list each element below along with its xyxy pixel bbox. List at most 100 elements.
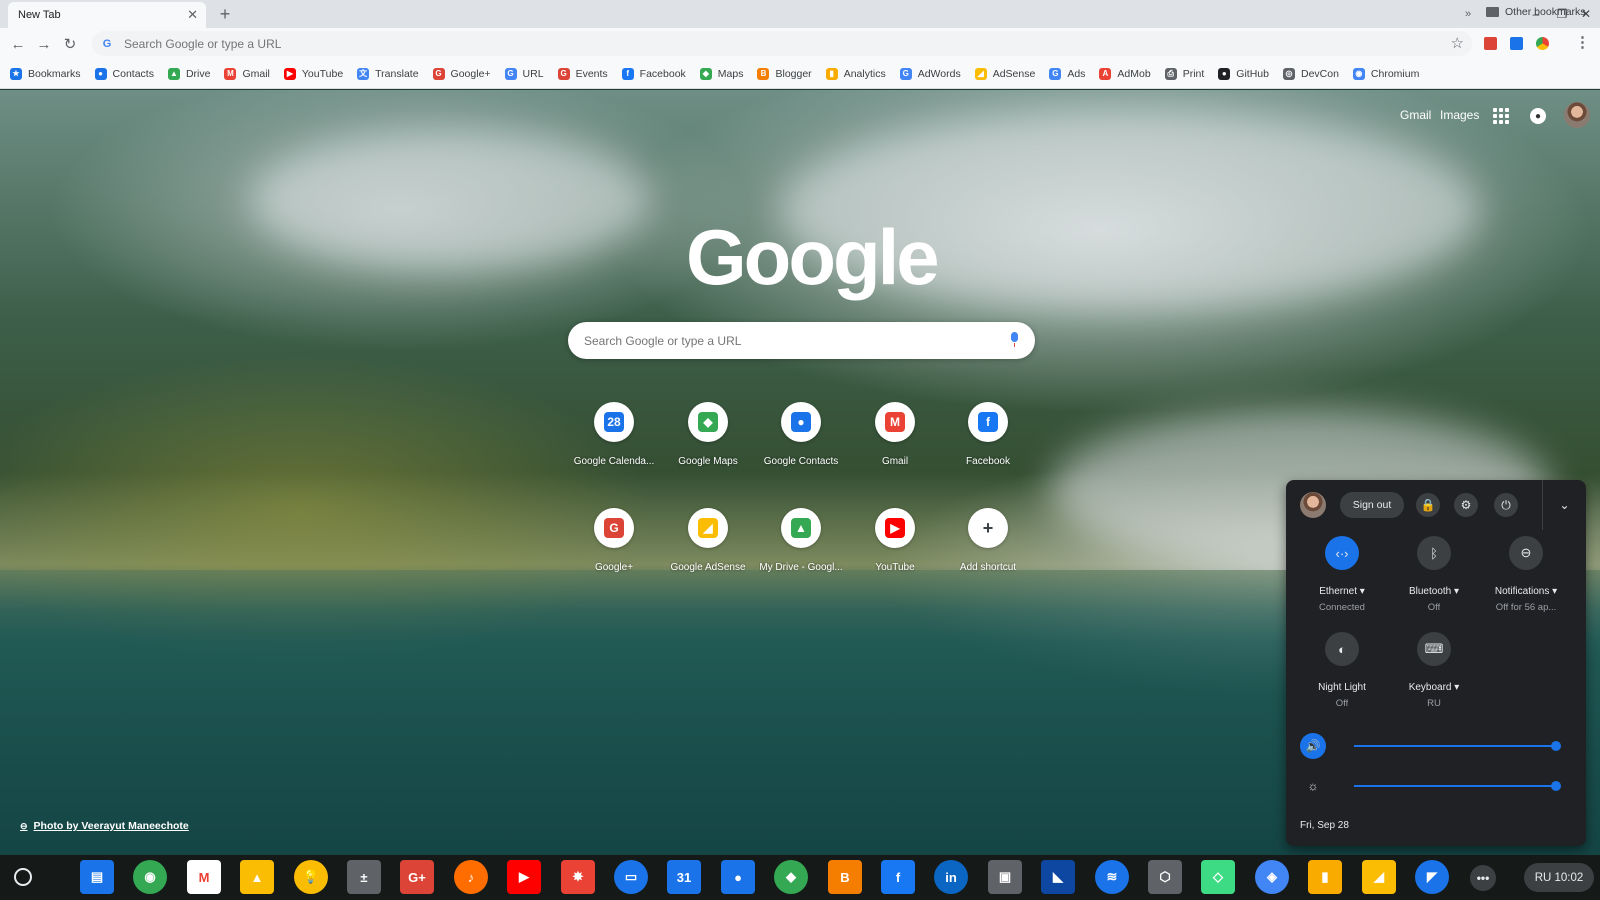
microphone-icon[interactable] — [1010, 332, 1019, 347]
feature-label[interactable]: Keyboard ▾ — [1409, 682, 1460, 693]
bookmark-ads[interactable]: G Ads — [1049, 67, 1085, 80]
tab-new-tab[interactable]: New Tab ✕ — [8, 2, 206, 28]
bookmark-print[interactable]: ⎙ Print — [1164, 67, 1204, 80]
shortcut-tile[interactable]: M Gmail — [847, 402, 943, 492]
feature-pod[interactable]: ᛒ Bluetooth ▾ Off — [1386, 536, 1482, 613]
drive-icon[interactable]: ▲ — [240, 860, 274, 894]
brightness-thumb[interactable] — [1551, 781, 1561, 791]
linkedin-icon[interactable]: in — [934, 860, 968, 894]
messages-icon[interactable]: ▭ — [614, 860, 648, 894]
shortcut-tile[interactable]: 28 Google Calenda... — [566, 402, 662, 492]
forward-icon[interactable]: → — [34, 34, 54, 54]
feature-label[interactable]: Night Light — [1318, 682, 1366, 693]
files-icon[interactable]: ▤ — [80, 860, 114, 894]
launcher-icon[interactable] — [14, 868, 32, 886]
feature-toggle-icon[interactable]: ‹·› — [1325, 536, 1359, 570]
wave-app-icon[interactable]: ≋ — [1095, 860, 1129, 894]
bookmark-bookmarks[interactable]: ★ Bookmarks — [10, 67, 81, 80]
play-music-icon[interactable]: ♪ — [454, 860, 488, 894]
gmail-link[interactable]: Gmail — [1400, 108, 1431, 122]
feature-toggle-icon[interactable]: ◐ — [1325, 632, 1359, 666]
hex-app-icon[interactable]: ⬡ — [1148, 860, 1182, 894]
feature-toggle-icon[interactable]: ⌨ — [1417, 632, 1451, 666]
chrome-icon[interactable]: ◉ — [133, 860, 167, 894]
shortcut-tile[interactable]: ▲ My Drive - Googl... — [753, 508, 849, 598]
bookmark-admob[interactable]: A AdMob — [1099, 67, 1151, 80]
volume-icon[interactable]: 🔊 — [1300, 733, 1326, 759]
feature-pod[interactable]: ‹·› Ethernet ▾ Connected — [1294, 536, 1390, 613]
android-studio-icon[interactable]: ◇ — [1201, 860, 1235, 894]
bookmark-gmail[interactable]: M Gmail — [224, 67, 270, 80]
shortcut-tile[interactable]: ◢ Google AdSense — [660, 508, 756, 598]
feature-toggle-icon[interactable]: ⊖ — [1509, 536, 1543, 570]
sign-out-button[interactable]: Sign out — [1340, 492, 1404, 518]
extension-chrome-icon[interactable] — [1536, 37, 1549, 50]
images-link[interactable]: Images — [1440, 108, 1479, 122]
search-box[interactable] — [568, 322, 1035, 359]
bookmark-github[interactable]: ● GitHub — [1218, 67, 1269, 80]
back-icon[interactable]: ← — [8, 34, 28, 54]
bookmarks-overflow-icon[interactable]: » — [1465, 8, 1471, 20]
tray-date[interactable]: Fri, Sep 28 — [1300, 820, 1349, 831]
bookmark-star-icon[interactable]: ☆ — [1451, 34, 1464, 52]
blogger-icon[interactable]: B — [828, 860, 862, 894]
collapse-chevron-icon[interactable]: ⌄ — [1542, 480, 1586, 530]
google-plus-icon[interactable]: G+ — [400, 860, 434, 894]
volume-thumb[interactable] — [1551, 741, 1561, 751]
keep-icon[interactable]: 💡 — [294, 860, 328, 894]
bookmark-blogger[interactable]: B Blogger — [757, 67, 812, 80]
feature-pod[interactable]: ⊖ Notifications ▾ Off for 56 ap... — [1478, 536, 1574, 613]
feature-pod[interactable]: ⌨ Keyboard ▾ RU — [1386, 632, 1482, 709]
photo-credit[interactable]: ⊖ Photo by Veerayut Maneechote — [20, 820, 189, 832]
reload-icon[interactable]: ↻ — [60, 34, 80, 54]
shelf-overflow-icon[interactable]: ••• — [1470, 865, 1496, 891]
browser-menu-icon[interactable]: ⋮ — [1575, 33, 1590, 51]
adsense-icon[interactable]: ◢ — [1362, 860, 1396, 894]
lock-icon[interactable]: 🔒 — [1416, 493, 1440, 517]
shortcut-tile[interactable]: ● Google Contacts — [753, 402, 849, 492]
bookmark-url[interactable]: G URL — [504, 67, 544, 80]
analytics-icon[interactable]: ▮ — [1308, 860, 1342, 894]
bookmark-youtube[interactable]: ▶ YouTube — [283, 67, 343, 80]
bookmark-chromium[interactable]: ◉ Chromium — [1352, 67, 1419, 80]
extension-chart-icon[interactable] — [1510, 37, 1523, 50]
photos-icon[interactable]: ✸ — [561, 860, 595, 894]
power-icon[interactable]: ⏻ — [1494, 493, 1518, 517]
bookmark-contacts[interactable]: ● Contacts — [94, 67, 154, 80]
feature-toggle-icon[interactable]: ᛒ — [1417, 536, 1451, 570]
other-bookmarks[interactable]: Other bookmarks — [1486, 6, 1586, 18]
settings-gear-icon[interactable]: ⚙ — [1454, 493, 1478, 517]
bookmark-devcon[interactable]: ◎ DevCon — [1282, 67, 1339, 80]
feature-label[interactable]: Ethernet ▾ — [1319, 586, 1365, 597]
bookmark-adwords[interactable]: G AdWords — [899, 67, 961, 80]
volume-slider[interactable] — [1354, 741, 1561, 751]
account-avatar[interactable] — [1564, 102, 1590, 128]
youtube-icon[interactable]: ▶ — [507, 860, 541, 894]
notifications-bell-icon[interactable]: ● — [1530, 108, 1546, 124]
remote-desktop-icon[interactable]: ▣ — [988, 860, 1022, 894]
facebook-icon[interactable]: f — [881, 860, 915, 894]
bookmark-drive[interactable]: ▲ Drive — [167, 67, 210, 80]
docs-app-icon[interactable]: ◤ — [1415, 860, 1449, 894]
chrome-dev-icon[interactable]: ◈ — [1255, 860, 1289, 894]
bookmark-google-[interactable]: G Google+ — [432, 67, 491, 80]
new-tab-button[interactable]: + — [214, 3, 236, 25]
search-input[interactable] — [584, 333, 984, 348]
calculator-icon[interactable]: ± — [347, 860, 381, 894]
calendar-icon[interactable]: 31 — [667, 860, 701, 894]
feature-label[interactable]: Notifications ▾ — [1495, 586, 1557, 597]
gmail-icon[interactable]: M — [187, 860, 221, 894]
apps-grid-icon[interactable] — [1493, 108, 1509, 124]
tab-close-icon[interactable]: ✕ — [187, 7, 198, 23]
bookmark-maps[interactable]: ◆ Maps — [699, 67, 743, 80]
shortcut-tile[interactable]: ▶ YouTube — [847, 508, 943, 598]
bookmark-translate[interactable]: 文 Translate — [357, 67, 419, 80]
omnibox[interactable]: G ☆ — [92, 31, 1472, 56]
feature-label[interactable]: Bluetooth ▾ — [1409, 586, 1459, 597]
feature-pod[interactable]: ◐ Night Light Off — [1294, 632, 1390, 709]
omnibox-input[interactable] — [124, 36, 1324, 51]
shortcut-tile[interactable]: f Facebook — [940, 402, 1036, 492]
contacts-icon[interactable]: ● — [721, 860, 755, 894]
bookmark-facebook[interactable]: f Facebook — [621, 67, 686, 80]
brightness-slider[interactable] — [1354, 781, 1561, 791]
